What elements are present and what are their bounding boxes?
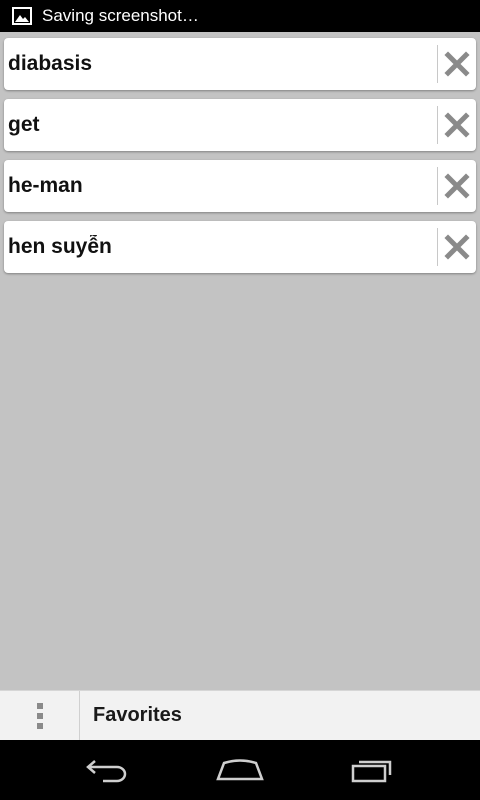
word-label[interactable]: diabasis: [4, 52, 437, 76]
delete-button[interactable]: [438, 221, 476, 273]
list-item[interactable]: he-man: [4, 160, 476, 212]
close-icon: [444, 173, 470, 199]
back-icon: [85, 760, 126, 783]
recent-apps-icon: [352, 760, 392, 783]
navigation-bar: [0, 740, 480, 800]
close-icon: [444, 51, 470, 77]
status-bar: Saving screenshot…: [0, 0, 480, 32]
delete-button[interactable]: [438, 99, 476, 151]
delete-button[interactable]: [438, 160, 476, 212]
bottom-action-bar: Favorites: [0, 690, 480, 741]
close-icon: [444, 234, 470, 260]
home-button[interactable]: [210, 740, 270, 800]
close-icon: [444, 112, 470, 138]
list-item[interactable]: get: [4, 99, 476, 151]
overflow-menu-button[interactable]: [0, 690, 80, 741]
bottom-bar-title[interactable]: Favorites: [80, 704, 182, 727]
list-item[interactable]: hen suyễn: [4, 221, 476, 273]
back-button[interactable]: [77, 740, 137, 800]
home-icon: [216, 759, 264, 781]
word-label[interactable]: hen suyễn: [4, 235, 437, 259]
image-icon: [12, 6, 32, 26]
word-label[interactable]: he-man: [4, 174, 437, 198]
overflow-menu-icon: [36, 702, 43, 729]
word-label[interactable]: get: [4, 113, 437, 137]
delete-button[interactable]: [438, 38, 476, 90]
recent-apps-button[interactable]: [343, 740, 403, 800]
list-item[interactable]: diabasis: [4, 38, 476, 90]
status-notification-text: Saving screenshot…: [42, 6, 199, 25]
